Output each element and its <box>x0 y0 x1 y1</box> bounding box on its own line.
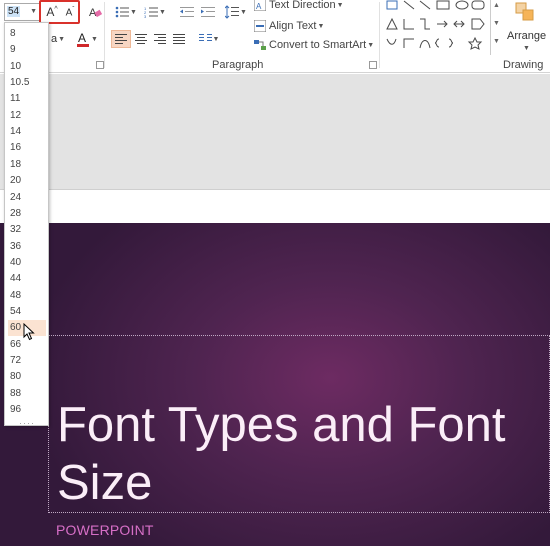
decrease-font-icon: Aˇ <box>65 7 75 19</box>
align-left-icon <box>115 34 127 44</box>
scroll-down-icon[interactable]: ▼ <box>493 20 500 27</box>
decrease-indent-icon <box>180 7 194 17</box>
mouse-cursor-icon <box>23 323 35 341</box>
font-size-option-9[interactable]: 9 <box>8 42 46 58</box>
ribbon-separator <box>379 2 380 68</box>
svg-text:3: 3 <box>144 14 147 18</box>
svg-text:A: A <box>78 31 86 45</box>
slide-subtitle[interactable]: POWERPOINT <box>56 522 154 538</box>
paragraph-group-label: Paragraph <box>212 59 264 71</box>
font-size-option-48[interactable]: 48 <box>8 288 46 304</box>
increase-indent-icon <box>201 7 215 17</box>
font-size-option-20[interactable]: 20 <box>8 173 46 189</box>
justify-button[interactable] <box>169 30 189 48</box>
font-size-option-10[interactable]: 10 <box>8 59 46 75</box>
font-size-option-40[interactable]: 40 <box>8 255 46 271</box>
scroll-up-icon[interactable]: ▲ <box>493 2 500 9</box>
smartart-icon <box>254 40 266 50</box>
shapes-gallery[interactable] <box>384 0 490 54</box>
columns-button[interactable]: ▼ <box>196 30 222 48</box>
font-size-option-36[interactable]: 36 <box>8 239 46 255</box>
font-size-option-18[interactable]: 18 <box>8 157 46 173</box>
font-size-option-28[interactable]: 28 <box>8 206 46 222</box>
font-size-value: 54 <box>7 6 21 17</box>
font-size-option-8[interactable]: 8 <box>8 26 46 42</box>
align-text-icon <box>254 20 266 32</box>
svg-text:A: A <box>256 2 262 11</box>
workspace-background <box>0 74 550 190</box>
font-size-option-44[interactable]: 44 <box>8 271 46 287</box>
align-center-button[interactable] <box>131 30 151 48</box>
font-size-dropdown-list[interactable]: 8 9 10 10.5 11 12 14 16 18 20 24 28 32 36 40 44 48 54 60 66… <box>4 22 49 428</box>
change-case-icon: a <box>50 33 58 45</box>
numbering-button[interactable]: 123 ▼ <box>142 3 168 21</box>
font-size-box[interactable]: 54 ▼ <box>4 3 40 21</box>
text-direction-label: Text Direction <box>269 0 336 11</box>
font-color-button[interactable]: A ▼ <box>74 30 100 48</box>
justify-icon <box>173 34 185 44</box>
resize-grip[interactable]: ···· <box>19 418 35 428</box>
align-right-button[interactable] <box>150 30 170 48</box>
arrange-label: Arrange <box>507 30 547 42</box>
shapes-scrollbar[interactable]: ▲ ▼ ▼ <box>490 0 501 55</box>
font-size-option-72[interactable]: 72 <box>8 353 46 369</box>
text-direction-icon: A <box>254 0 266 11</box>
columns-icon <box>198 34 212 41</box>
font-size-option-10-5[interactable]: 10.5 <box>8 75 46 91</box>
font-size-option-96[interactable]: 96 <box>8 402 46 418</box>
title-placeholder[interactable]: Font Types and Font Size <box>48 335 550 513</box>
font-size-dropdown-arrow[interactable]: ▼ <box>30 8 37 15</box>
align-right-icon <box>154 34 166 44</box>
align-text-label: Align Text <box>269 20 317 32</box>
line-spacing-button[interactable]: ▼ <box>224 3 248 21</box>
font-dialog-launcher[interactable] <box>96 61 104 69</box>
convert-smartart-label: Convert to SmartArt <box>269 39 367 51</box>
bullets-icon <box>115 6 130 18</box>
line-spacing-icon <box>225 5 240 19</box>
slide[interactable]: Font Types and Font Size POWERPOINT <box>0 223 550 546</box>
increase-font-icon: A^ <box>46 5 58 19</box>
drawing-group-label: Drawing <box>503 59 544 71</box>
align-text-button[interactable]: Align Text ▼ <box>254 18 324 34</box>
bullets-button[interactable]: ▼ <box>113 3 139 21</box>
more-shapes-icon[interactable]: ▼ <box>493 38 500 45</box>
ribbon: 54 ▼ A^ Aˇ A a ▼ A ▼ ▼ 123 ▼ ▼ ▼ A Text … <box>0 0 550 73</box>
change-case-button[interactable]: a ▼ <box>48 30 68 48</box>
eraser-icon: A <box>89 7 102 19</box>
arrange-caret: ▼ <box>523 45 530 52</box>
text-direction-button[interactable]: A Text Direction ▼ <box>254 0 344 13</box>
font-size-option-12[interactable]: 12 <box>8 108 46 124</box>
paragraph-dialog-launcher[interactable] <box>369 61 377 69</box>
slide-top-margin <box>0 191 550 223</box>
decrease-font-size-button[interactable]: Aˇ <box>60 4 80 22</box>
shapes-gallery-icons <box>386 0 485 50</box>
ribbon-separator <box>104 2 105 68</box>
align-left-button[interactable] <box>111 30 131 48</box>
font-size-option-14[interactable]: 14 <box>8 124 46 140</box>
font-size-option-16[interactable]: 16 <box>8 140 46 156</box>
font-color-icon: A <box>77 31 90 47</box>
slide-title[interactable]: Font Types and Font Size <box>57 396 547 512</box>
font-size-option-11[interactable]: 11 <box>8 91 46 107</box>
font-size-option-54[interactable]: 54 <box>8 304 46 320</box>
convert-smartart-button[interactable]: Convert to SmartArt ▼ <box>254 37 374 53</box>
font-size-option-80[interactable]: 80 <box>8 369 46 385</box>
align-center-icon <box>135 34 147 44</box>
font-size-option-32[interactable]: 32 <box>8 222 46 238</box>
increase-font-size-button[interactable]: A^ <box>42 3 62 21</box>
increase-indent-button[interactable] <box>198 3 218 21</box>
font-size-option-88[interactable]: 88 <box>8 386 46 402</box>
decrease-indent-button[interactable] <box>177 3 197 21</box>
font-size-option-24[interactable]: 24 <box>8 190 46 206</box>
numbering-icon: 123 <box>144 6 159 18</box>
clear-formatting-button[interactable]: A <box>85 3 105 21</box>
arrange-icon <box>515 2 534 21</box>
arrange-button[interactable]: Arrange ▼ <box>503 0 548 55</box>
